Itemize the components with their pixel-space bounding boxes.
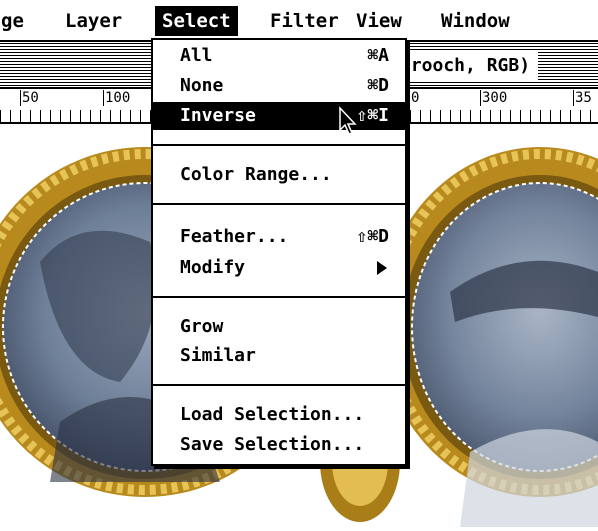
menu-item-feather[interactable]: Feather... ⇧⌘D: [153, 223, 405, 251]
ruler-label: 35: [573, 90, 592, 106]
menu-item-load-selection[interactable]: Load Selection...: [153, 401, 405, 429]
menu-item-modify[interactable]: Modify: [153, 254, 405, 282]
right-locket: [380, 147, 598, 527]
ruler-label: 300: [480, 90, 508, 106]
shortcut-label: ⌘D: [367, 75, 389, 96]
menu-item-save-selection[interactable]: Save Selection...: [153, 431, 405, 459]
menu-image[interactable]: ge: [0, 6, 31, 36]
shortcut-label: ⇧⌘I: [356, 105, 389, 126]
menu-item-grow[interactable]: Grow: [153, 313, 405, 341]
mouse-pointer-icon: [339, 106, 357, 135]
menu-separator: [153, 144, 405, 146]
menu-item-similar[interactable]: Similar: [153, 342, 405, 370]
menu-separator: [153, 384, 405, 386]
menu-item-all[interactable]: All ⌘A: [153, 42, 405, 70]
document-title: brooch, RGB): [392, 52, 539, 80]
submenu-arrow-icon: [377, 261, 387, 275]
select-menu: All ⌘A None ⌘D Inverse ⇧⌘I Color Range..…: [151, 38, 407, 466]
menu-item-none[interactable]: None ⌘D: [153, 72, 405, 100]
menu-item-inverse[interactable]: Inverse ⇧⌘I: [153, 102, 405, 130]
shortcut-label: ⌘A: [367, 45, 389, 66]
menu-select[interactable]: Select: [155, 6, 238, 36]
menu-layer[interactable]: Layer: [58, 6, 129, 36]
menu-filter[interactable]: Filter: [263, 6, 346, 36]
shortcut-label: ⇧⌘D: [356, 226, 389, 247]
menu-view[interactable]: View: [349, 6, 409, 36]
menu-window[interactable]: Window: [434, 6, 517, 36]
ruler-label: 50: [20, 90, 39, 106]
menu-item-color-range[interactable]: Color Range...: [153, 161, 405, 189]
ruler-label: 100: [103, 90, 131, 106]
menu-separator: [153, 296, 405, 298]
menu-separator: [153, 203, 405, 205]
menu-bar: ge Layer Select Filter View Window: [0, 0, 598, 42]
ruler-label: 0: [409, 90, 420, 106]
